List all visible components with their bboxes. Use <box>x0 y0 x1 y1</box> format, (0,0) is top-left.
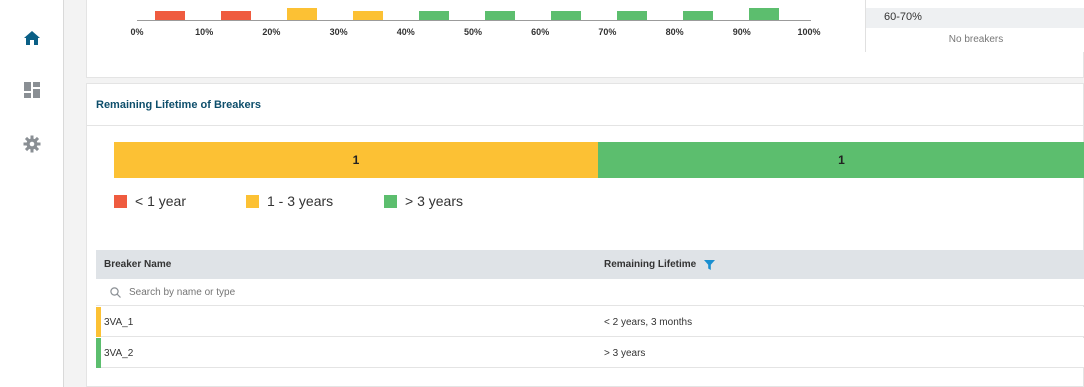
x-tick-label: 30% <box>329 27 348 37</box>
x-tick-label: 60% <box>531 27 550 37</box>
bar-segment-1-3-years[interactable]: 1 <box>114 142 598 178</box>
histogram-bar <box>221 11 251 20</box>
nav-dashboard-button[interactable] <box>22 80 42 100</box>
histogram-bar <box>155 11 185 20</box>
bar-segment-over-3-years[interactable]: 1 <box>598 142 1084 178</box>
table-header: Breaker Name Remaining Lifetime <box>96 250 1084 279</box>
histogram-bar <box>353 11 383 20</box>
remaining-lifetime-cell: > 3 years <box>604 348 646 359</box>
status-indicator <box>96 307 101 337</box>
empty-state-text: No breakers <box>948 34 1004 45</box>
legend-label: 1 - 3 years <box>267 193 334 209</box>
remaining-lifetime-card: Remaining Lifetime of Breakers 1 1 < 1 y… <box>86 83 1084 387</box>
legend-item-less-than-1-year[interactable]: < 1 year <box>114 192 186 210</box>
breaker-name-cell: 3VA_2 <box>104 348 134 359</box>
x-tick-label: 40% <box>396 27 415 37</box>
nav-settings-button[interactable] <box>22 134 42 154</box>
histogram-bar <box>551 11 581 20</box>
histogram-bar <box>485 11 515 20</box>
home-icon <box>24 31 40 45</box>
x-axis-line <box>137 20 811 21</box>
data-label: 1 <box>352 153 360 167</box>
legend-swatch <box>246 194 259 208</box>
column-header-label: Remaining Lifetime <box>604 259 697 270</box>
x-tick-label: 100% <box>797 27 821 37</box>
range-label: 60-70% <box>866 8 1084 28</box>
x-tick-label: 80% <box>665 27 684 37</box>
wear-distribution-chart: 0% 10% 20% 30% 40% 50% 60% 70% 80% 90% 100% <box>87 0 847 78</box>
table-row[interactable]: 3VA_1 < 2 years, 3 months <box>96 307 1084 337</box>
x-tick-label: 20% <box>262 27 281 37</box>
column-header-breaker-name[interactable]: Breaker Name <box>104 259 171 270</box>
nav-home-button[interactable] <box>22 28 42 48</box>
search-icon <box>110 286 121 298</box>
side-navigation <box>0 0 64 387</box>
legend-swatch <box>114 194 127 208</box>
x-tick-label: 90% <box>732 27 751 37</box>
legend-label: < 1 year <box>135 193 186 209</box>
column-header-label: Breaker Name <box>104 259 172 270</box>
legend-swatch <box>384 194 397 208</box>
table-search-row <box>96 279 1084 306</box>
column-header-remaining-lifetime[interactable]: Remaining Lifetime <box>604 259 716 270</box>
x-tick-label: 0% <box>130 27 144 37</box>
gear-icon <box>23 135 41 153</box>
wear-distribution-card: 0% 10% 20% 30% 40% 50% 60% 70% 80% 90% 100% 60-70%… <box>86 0 1084 78</box>
breaker-name-cell: 3VA_1 <box>104 317 134 328</box>
card-title: Remaining Lifetime of Breakers <box>96 99 262 111</box>
remaining-lifetime-cell: < 2 years, 3 months <box>604 317 693 328</box>
histogram-bar <box>419 11 449 20</box>
histogram-bar <box>287 8 317 20</box>
main-content: 0% 10% 20% 30% 40% 50% 60% 70% 80% 90% 100% 60-70%… <box>64 0 1084 387</box>
x-tick-label: 10% <box>195 27 214 37</box>
breaker-range-panel: 60-70% No breakers <box>865 0 1084 52</box>
histogram-bar <box>617 11 647 20</box>
histogram-bar <box>683 11 713 20</box>
dashboard-icon <box>24 82 40 98</box>
histogram-bar <box>749 8 779 20</box>
legend-label: > 3 years <box>405 193 463 209</box>
table-row[interactable]: 3VA_2 > 3 years <box>96 338 1084 368</box>
x-tick-label: 70% <box>598 27 617 37</box>
divider <box>87 125 1084 126</box>
x-tick-label: 50% <box>463 27 483 37</box>
data-label: 1 <box>838 153 845 167</box>
legend-item-over-3-years[interactable]: > 3 years <box>384 192 463 210</box>
filter-icon[interactable] <box>704 259 716 270</box>
search-input[interactable] <box>129 286 429 298</box>
legend-item-1-3-years[interactable]: 1 - 3 years <box>246 192 333 210</box>
status-indicator <box>96 338 101 368</box>
lifetime-stacked-bar: 1 1 <box>114 142 1084 178</box>
